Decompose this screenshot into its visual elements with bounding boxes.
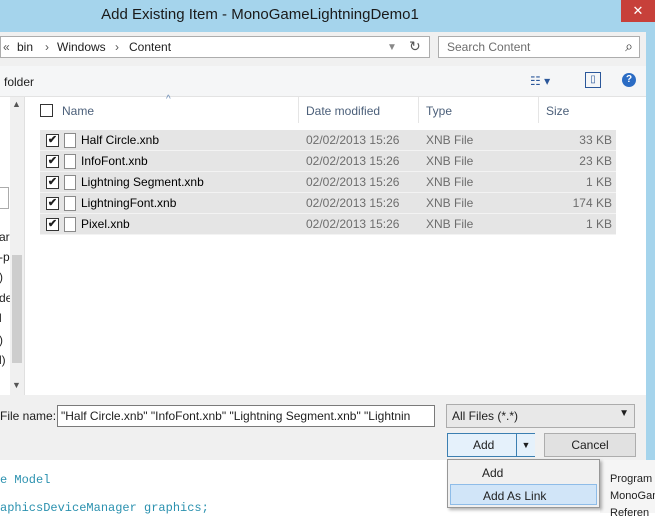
breadcrumb-separator-icon[interactable]: ›	[45, 40, 49, 54]
file-date: 02/02/2013 15:26	[306, 217, 400, 231]
column-header-date-modified[interactable]: Date modified	[306, 104, 380, 118]
help-icon[interactable]: ?	[622, 73, 636, 87]
nav-item-fragment[interactable]: )	[0, 333, 3, 347]
file-row[interactable]: ✔ InfoFont.xnb 02/02/2013 15:26 XNB File…	[40, 151, 616, 172]
file-type: XNB File	[426, 154, 474, 168]
file-type-select[interactable]: All Files (*.*) ▼	[446, 404, 635, 428]
menu-item-add-as-link[interactable]: Add As Link	[450, 484, 597, 505]
address-bar[interactable]: « bin › Windows › Content ▼ ↻	[0, 36, 430, 58]
add-button-label[interactable]: Add	[473, 438, 494, 452]
breadcrumb-bin[interactable]: bin	[17, 40, 33, 54]
file-size: 174 KB	[572, 196, 612, 210]
breadcrumb-content[interactable]: Content	[129, 40, 171, 54]
history-dropdown-icon[interactable]: ▼	[387, 42, 397, 53]
file-type: XNB File	[426, 175, 474, 189]
menu-item-label: Add	[482, 466, 504, 480]
search-box[interactable]: Search Content ⌕	[438, 36, 640, 58]
row-checkbox[interactable]: ✔	[46, 176, 59, 189]
file-date: 02/02/2013 15:26	[306, 133, 400, 147]
new-folder-button[interactable]: folder	[4, 75, 34, 89]
row-checkbox[interactable]: ✔	[46, 134, 59, 147]
solution-item[interactable]: Program	[610, 473, 652, 485]
file-icon	[64, 154, 76, 169]
add-dropdown-menu: Add Add As Link	[447, 459, 600, 508]
file-type: XNB File	[426, 133, 474, 147]
add-split-button[interactable]: Add ▼	[447, 433, 535, 457]
file-size: 1 KB	[585, 175, 612, 189]
file-name: InfoFont.xnb	[81, 154, 148, 168]
file-size: 23 KB	[579, 154, 612, 168]
breadcrumb-separator-icon[interactable]: ›	[115, 40, 119, 54]
file-name-label: File name:	[0, 409, 57, 423]
file-type: XNB File	[426, 196, 474, 210]
sort-ascending-icon: ^	[166, 94, 171, 105]
nav-item-fragment[interactable]: ar	[0, 230, 10, 244]
file-name: Half Circle.xnb	[81, 133, 160, 147]
breadcrumb-windows[interactable]: Windows	[57, 40, 106, 54]
chevron-down-icon: ▼	[619, 408, 629, 419]
add-dropdown-arrow-icon[interactable]: ▼	[516, 434, 535, 456]
file-name-value: "Half Circle.xnb" "InfoFont.xnb" "Lightn…	[61, 409, 411, 423]
file-icon	[64, 196, 76, 211]
close-button[interactable]: ✕	[621, 0, 655, 22]
change-view-icon[interactable]: ☷ ▾	[530, 74, 550, 88]
nav-item-fragment[interactable]: -p	[0, 250, 10, 264]
file-name: Pixel.xnb	[81, 217, 130, 231]
file-date: 02/02/2013 15:26	[306, 196, 400, 210]
window-title: Add Existing Item - MonoGameLightningDem…	[101, 6, 419, 23]
cancel-button[interactable]: Cancel	[544, 433, 636, 457]
select-all-checkbox[interactable]	[40, 104, 53, 117]
solution-item[interactable]: MonoGameL	[610, 490, 655, 502]
file-name: LightningFont.xnb	[81, 196, 177, 210]
file-size: 1 KB	[585, 217, 612, 231]
file-name-input[interactable]: "Half Circle.xnb" "InfoFont.xnb" "Lightn…	[57, 405, 435, 427]
column-separator[interactable]	[418, 97, 419, 123]
toolbar: folder ☷ ▾ ▯ ?	[0, 66, 646, 97]
menu-item-add[interactable]: Add	[450, 462, 597, 483]
nav-item-fragment[interactable]: l	[0, 311, 2, 325]
preview-pane-icon[interactable]: ▯	[585, 72, 601, 88]
file-icon	[64, 133, 76, 148]
code-line: e Model	[0, 473, 51, 487]
column-header-type[interactable]: Type	[426, 104, 452, 118]
search-icon[interactable]: ⌕	[625, 38, 633, 55]
search-input[interactable]: Search Content	[447, 40, 530, 54]
row-checkbox[interactable]: ✔	[46, 155, 59, 168]
file-name: Lightning Segment.xnb	[81, 175, 204, 189]
file-row[interactable]: ✔ Lightning Segment.xnb 02/02/2013 15:26…	[40, 172, 616, 193]
file-icon	[64, 175, 76, 190]
nav-scroll-thumb[interactable]	[12, 255, 22, 363]
file-date: 02/02/2013 15:26	[306, 175, 400, 189]
refresh-icon[interactable]: ↻	[409, 38, 421, 55]
file-type-value: All Files (*.*)	[452, 409, 519, 423]
solution-explorer-background: Program MonoGameL Referen	[600, 460, 655, 519]
file-size: 33 KB	[579, 133, 612, 147]
file-icon	[64, 217, 76, 232]
nav-item-box[interactable]	[0, 187, 9, 209]
title-bar[interactable]: Add Existing Item - MonoGameLightningDem…	[0, 0, 655, 32]
column-header-size[interactable]: Size	[546, 104, 569, 118]
file-row[interactable]: ✔ LightningFont.xnb 02/02/2013 15:26 XNB…	[40, 193, 616, 214]
column-header-name[interactable]: Name	[62, 104, 94, 118]
file-row[interactable]: ✔ Half Circle.xnb 02/02/2013 15:26 XNB F…	[40, 130, 616, 151]
column-separator[interactable]	[298, 97, 299, 123]
row-checkbox[interactable]: ✔	[46, 197, 59, 210]
nav-item-fragment[interactable]: )	[0, 270, 3, 284]
menu-item-label: Add As Link	[483, 489, 547, 503]
column-separator[interactable]	[538, 97, 539, 123]
overflow-chevron-icon[interactable]: «	[3, 40, 10, 54]
solution-item[interactable]: Referen	[610, 507, 649, 519]
scroll-up-icon[interactable]: ▲	[12, 99, 21, 109]
file-date: 02/02/2013 15:26	[306, 154, 400, 168]
nav-item-fragment[interactable]: l)	[0, 353, 6, 367]
file-row[interactable]: ✔ Pixel.xnb 02/02/2013 15:26 XNB File 1 …	[40, 214, 616, 235]
file-type: XNB File	[426, 217, 474, 231]
scroll-down-icon[interactable]: ▼	[12, 380, 21, 390]
row-checkbox[interactable]: ✔	[46, 218, 59, 231]
